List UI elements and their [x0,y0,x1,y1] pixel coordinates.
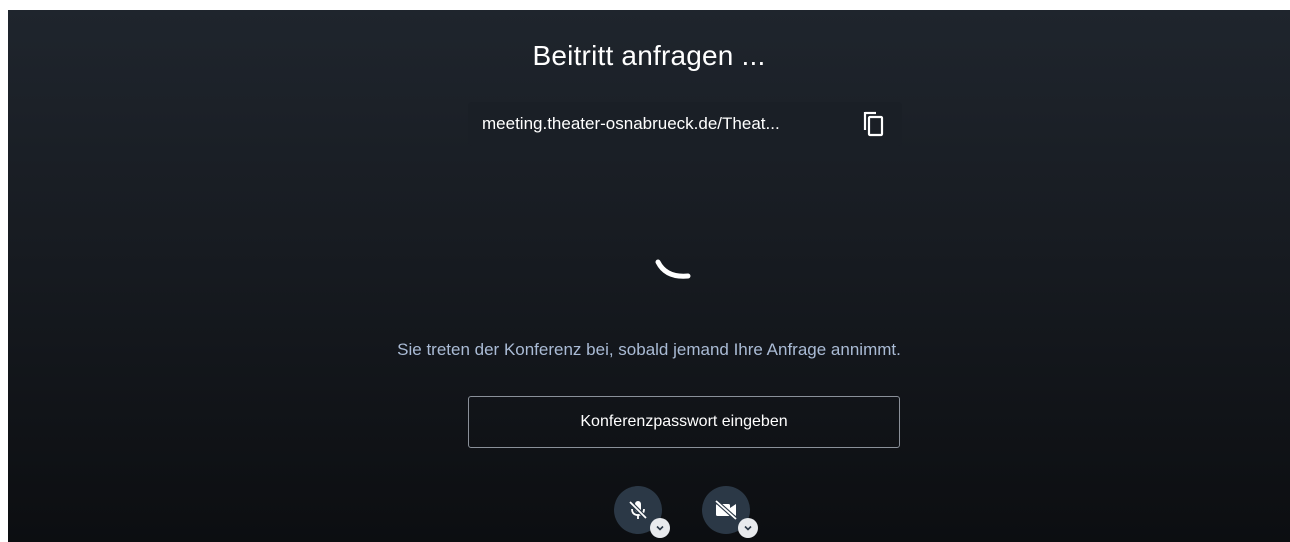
microphone-toggle-button[interactable] [614,486,670,538]
prejoin-screen: Beitritt anfragen ... meeting.theater-os… [8,10,1290,542]
camera-toggle-button[interactable] [702,486,758,538]
page-title: Beitritt anfragen ... [532,40,766,71]
camera-options-button[interactable] [738,518,758,538]
loading-spinner-icon [655,259,691,279]
waiting-message: Sie treten der Konferenz bei, sobald jem… [397,340,901,359]
enter-password-button[interactable]: Konferenzpasswort eingeben [468,396,900,448]
camera-off-icon [714,499,738,521]
copy-url-button[interactable] [861,111,887,137]
meeting-url: meeting.theater-osnabrueck.de/Theat... [482,114,780,133]
chevron-down-icon [656,525,664,531]
copy-icon [863,111,884,137]
microphone-muted-icon [628,500,648,520]
meeting-url-box: meeting.theater-osnabrueck.de/Theat... [468,102,902,146]
chevron-down-icon [744,525,752,531]
microphone-options-button[interactable] [650,518,670,538]
